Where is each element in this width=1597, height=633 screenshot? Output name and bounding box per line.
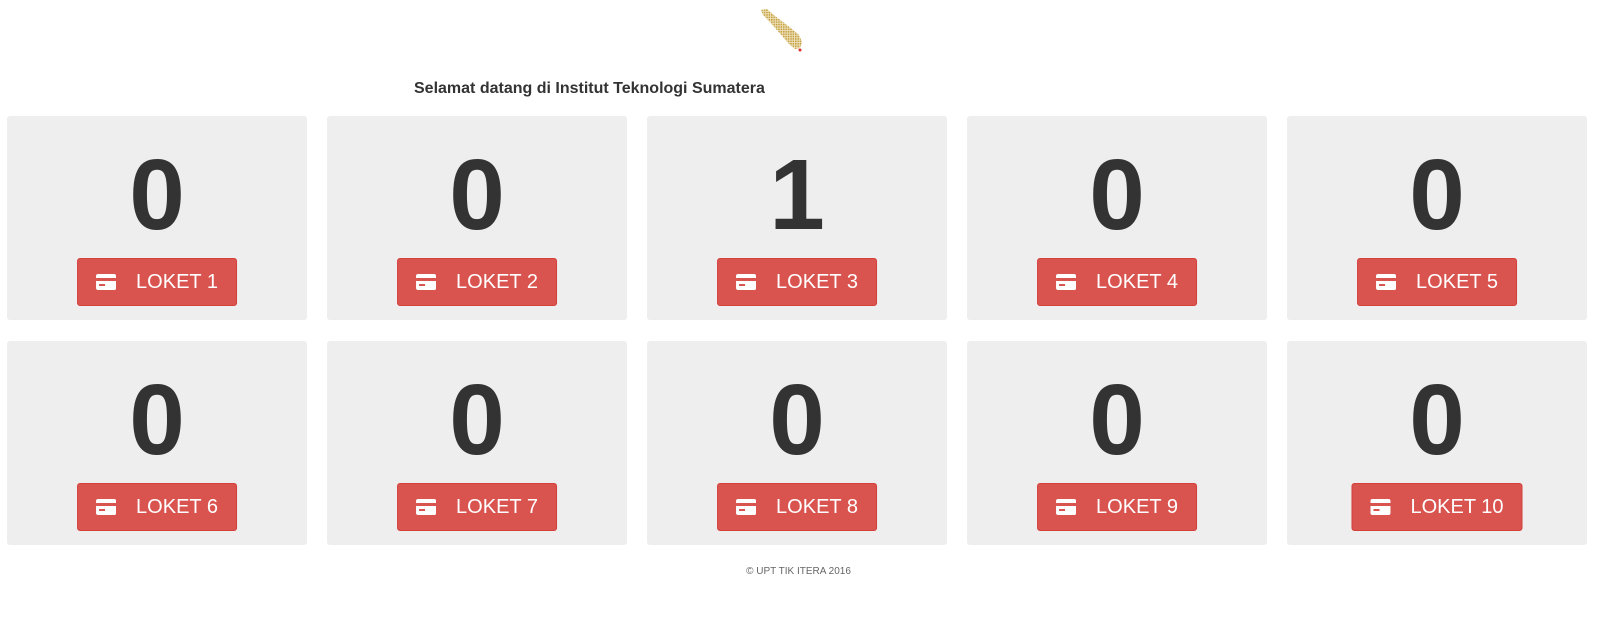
loket-5-button[interactable]: LOKET 5 — [1357, 258, 1517, 306]
credit-card-icon — [1056, 274, 1077, 290]
queue-number: 1 — [769, 139, 825, 251]
welcome-text: Selamat datang di Institut Teknologi Sum… — [414, 80, 765, 97]
queue-number: 0 — [129, 139, 185, 251]
loket-6-button[interactable]: LOKET 6 — [77, 483, 237, 531]
loket-4-button[interactable]: LOKET 4 — [1037, 258, 1197, 306]
loket-1-button[interactable]: LOKET 1 — [77, 258, 237, 306]
loket-label: LOKET 6 — [136, 496, 218, 518]
loket-card-1: 0 LOKET 1 — [7, 116, 307, 320]
queue-number: 0 — [1409, 139, 1465, 251]
credit-card-icon — [96, 499, 117, 515]
queue-number: 0 — [769, 364, 825, 476]
loket-label: LOKET 5 — [1416, 271, 1498, 293]
loket-card-4: 0 LOKET 4 — [967, 116, 1267, 320]
loket-8-button[interactable]: LOKET 8 — [717, 483, 877, 531]
queue-number: 0 — [449, 139, 505, 251]
credit-card-icon — [736, 274, 757, 290]
loket-7-button[interactable]: LOKET 7 — [397, 483, 557, 531]
loket-label: LOKET 9 — [1096, 496, 1178, 518]
loket-card-3: 1 LOKET 3 — [647, 116, 947, 320]
loket-label: LOKET 7 — [456, 496, 538, 518]
loket-card-6: 0 LOKET 6 — [7, 341, 307, 545]
loket-card-7: 0 LOKET 7 — [327, 341, 627, 545]
credit-card-icon — [416, 274, 437, 290]
loket-label: LOKET 1 — [136, 271, 218, 293]
loket-card-10: 0 LOKET 10 — [1287, 341, 1587, 545]
queue-number: 0 — [1089, 364, 1145, 476]
loket-label: LOKET 4 — [1096, 271, 1178, 293]
queue-number: 0 — [1089, 139, 1145, 251]
loket-card-2: 0 LOKET 2 — [327, 116, 627, 320]
loket-10-button[interactable]: LOKET 10 — [1351, 483, 1523, 531]
loket-card-9: 0 LOKET 9 — [967, 341, 1267, 545]
itera-logo-icon — [761, 9, 802, 52]
counter-grid: 0 LOKET 1 0 LOKET 2 1 LOKET 3 0 LOKET 4 … — [7, 116, 1589, 545]
queue-number: 0 — [129, 364, 185, 476]
footer-copyright: © UPT TIK ITERA 2016 — [746, 566, 851, 577]
loket-2-button[interactable]: LOKET 2 — [397, 258, 557, 306]
loket-9-button[interactable]: LOKET 9 — [1037, 483, 1197, 531]
loket-card-8: 0 LOKET 8 — [647, 341, 947, 545]
credit-card-icon — [1370, 499, 1391, 515]
credit-card-icon — [1376, 274, 1397, 290]
credit-card-icon — [736, 499, 757, 515]
loket-3-button[interactable]: LOKET 3 — [717, 258, 877, 306]
credit-card-icon — [1056, 499, 1077, 515]
loket-label: LOKET 8 — [776, 496, 858, 518]
loket-label: LOKET 2 — [456, 271, 538, 293]
credit-card-icon — [416, 499, 437, 515]
loket-card-5: 0 LOKET 5 — [1287, 116, 1587, 320]
loket-label: LOKET 3 — [776, 271, 858, 293]
queue-number: 0 — [449, 364, 505, 476]
credit-card-icon — [96, 274, 117, 290]
queue-number: 0 — [1409, 364, 1465, 476]
loket-label: LOKET 10 — [1410, 496, 1504, 518]
